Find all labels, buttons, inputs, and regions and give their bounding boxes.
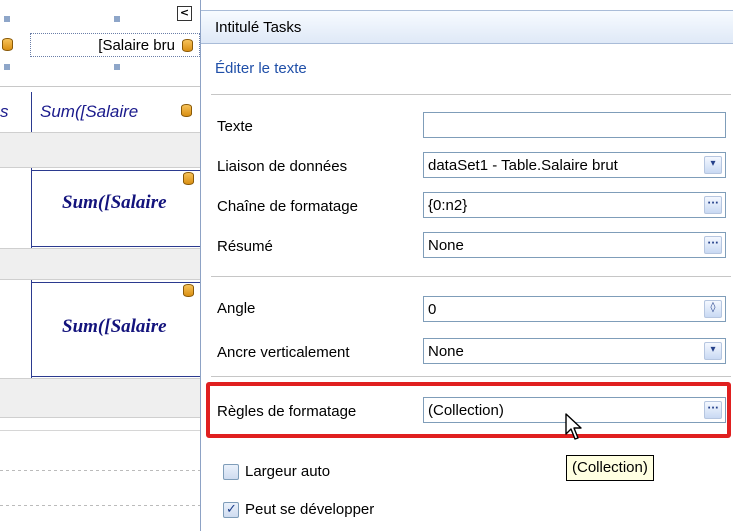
cell-border — [0, 86, 200, 87]
sum-cell-prefix[interactable]: s — [0, 102, 9, 122]
data-binding-dropdown[interactable]: dataSet1 - Table.Salaire brut ▾ — [423, 152, 726, 178]
property-label-formatting-rules: Règles de formatage — [217, 403, 357, 420]
property-label-text: Texte — [217, 118, 253, 135]
ellipsis-icon[interactable]: ··· — [704, 236, 722, 254]
vertical-anchor-value: None — [428, 343, 464, 360]
chevron-down-icon[interactable]: ▾ — [704, 156, 722, 174]
spinner-icon[interactable]: ◊ — [704, 300, 722, 318]
edit-text-link[interactable]: Éditer le texte — [215, 60, 307, 77]
cell-border — [31, 168, 32, 248]
mouse-cursor-icon — [565, 413, 582, 440]
panel-header: Intitulé Tasks — [201, 10, 733, 44]
group-band — [0, 248, 200, 280]
cell-border — [31, 92, 32, 132]
grid-line — [0, 505, 200, 506]
format-string-value: {0:n2} — [428, 197, 468, 214]
property-label-format-string: Chaîne de formatage — [217, 198, 358, 215]
angle-value: 0 — [428, 301, 437, 318]
grid-line — [0, 470, 200, 471]
text-input[interactable] — [423, 112, 726, 138]
property-label-angle: Angle — [217, 300, 256, 317]
database-icon — [181, 104, 192, 117]
label-tasks-panel: Intitulé Tasks Éditer le texte Texte Lia… — [200, 0, 733, 531]
summary-field[interactable]: None ··· — [423, 232, 726, 258]
angle-spinner[interactable]: 0 ◊ — [423, 296, 726, 322]
property-label-summary: Résumé — [217, 238, 273, 255]
selected-label-field[interactable]: [Salaire bru — [30, 33, 200, 57]
field-label-text: [Salaire bru — [98, 37, 175, 54]
smart-tag-collapse-button[interactable]: < — [177, 6, 192, 21]
formatting-rules-value: (Collection) — [428, 402, 504, 419]
can-grow-label[interactable]: Peut se développer — [245, 501, 374, 518]
checkmark-icon: ✓ — [226, 502, 237, 517]
grid-line — [0, 430, 200, 431]
group-band — [0, 132, 200, 168]
separator — [211, 376, 731, 377]
tooltip: (Collection) — [566, 455, 654, 481]
cell-border — [31, 246, 200, 247]
ellipsis-icon[interactable]: ··· — [704, 196, 722, 214]
selection-grip[interactable] — [114, 64, 120, 70]
selection-grip[interactable] — [114, 16, 120, 22]
selection-grip[interactable] — [4, 16, 10, 22]
cell-border — [31, 376, 200, 377]
group-band — [0, 378, 200, 418]
auto-width-label[interactable]: Largeur auto — [245, 463, 330, 480]
format-string-field[interactable]: {0:n2} ··· — [423, 192, 726, 218]
separator — [211, 276, 731, 277]
sum-cell[interactable]: Sum([Salaire — [40, 102, 138, 122]
sum-cell[interactable]: Sum([Salaire — [62, 316, 167, 338]
auto-width-checkbox[interactable] — [223, 464, 239, 480]
panel-title: Intitulé Tasks — [215, 19, 302, 36]
sum-cell[interactable]: Sum([Salaire — [62, 192, 167, 214]
cell-border — [31, 280, 32, 378]
cell-border — [31, 282, 200, 283]
separator — [211, 94, 731, 95]
chevron-down-icon[interactable]: ▾ — [704, 342, 722, 360]
selection-grip[interactable] — [4, 64, 10, 70]
property-label-vertical-anchor: Ancre verticalement — [217, 344, 350, 361]
vertical-anchor-dropdown[interactable]: None ▾ — [423, 338, 726, 364]
property-label-data-binding: Liaison de données — [217, 158, 348, 175]
report-designer-canvas[interactable]: < [Salaire bru s Sum([Salaire Sum([Salai… — [0, 0, 200, 531]
cell-border — [31, 170, 200, 171]
database-icon — [183, 284, 194, 297]
database-icon — [182, 39, 193, 52]
ellipsis-icon[interactable]: ··· — [704, 401, 722, 419]
summary-value: None — [428, 237, 464, 254]
database-icon — [183, 172, 194, 185]
data-binding-value: dataSet1 - Table.Salaire brut — [428, 157, 618, 174]
can-grow-checkbox[interactable]: ✓ — [223, 502, 239, 518]
database-icon — [2, 38, 13, 51]
